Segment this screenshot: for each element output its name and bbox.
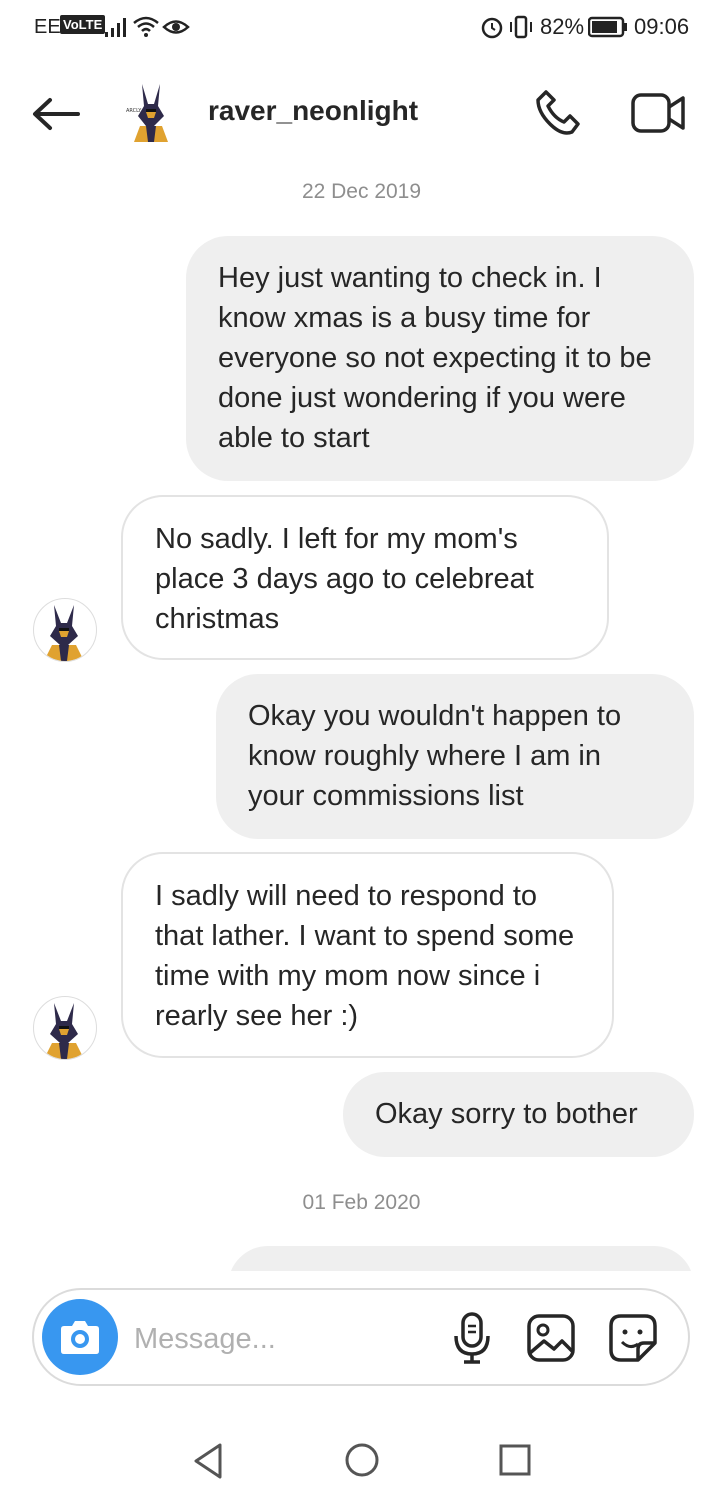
phone-icon[interactable] xyxy=(532,88,582,138)
alarm-icon xyxy=(481,17,503,39)
dog-avatar-icon xyxy=(44,1003,84,1059)
status-bar: EE VoLTE 82% 09:06 xyxy=(0,0,723,56)
volte-badge: VoLTE xyxy=(60,15,106,34)
message-bubble-partial[interactable] xyxy=(228,1246,694,1271)
message-bubble-outgoing[interactable]: Okay sorry to bother xyxy=(343,1072,694,1157)
message-bubble-outgoing[interactable]: Okay you wouldn't happen to know roughly… xyxy=(216,674,694,839)
sender-avatar[interactable] xyxy=(33,598,97,662)
camera-icon xyxy=(61,1321,99,1354)
wifi-icon xyxy=(133,16,159,37)
home-circle-icon[interactable] xyxy=(343,1441,381,1479)
sender-avatar[interactable] xyxy=(33,996,97,1060)
message-bubble-incoming[interactable]: I sadly will need to respond to that lat… xyxy=(121,852,614,1058)
chat-username[interactable]: raver_neonlight xyxy=(208,95,418,127)
clock: 09:06 xyxy=(634,14,690,39)
back-triangle-icon[interactable] xyxy=(190,1441,226,1481)
back-arrow-icon[interactable] xyxy=(30,96,82,132)
vibrate-icon xyxy=(510,15,532,39)
sticker-icon[interactable] xyxy=(608,1313,658,1363)
system-navigation-bar xyxy=(0,1405,723,1500)
battery-icon xyxy=(588,16,627,38)
battery-percent: 82% xyxy=(540,14,585,39)
video-camera-icon[interactable] xyxy=(630,90,688,136)
date-separator: 01 Feb 2020 xyxy=(302,1191,421,1214)
microphone-icon[interactable] xyxy=(452,1310,492,1366)
eye-comfort-icon xyxy=(162,20,190,34)
message-bubble-outgoing[interactable]: Hey just wanting to check in. I know xma… xyxy=(186,236,694,481)
signal-icon xyxy=(105,18,126,37)
message-input[interactable] xyxy=(134,1314,434,1364)
date-separator: 22 Dec 2019 xyxy=(301,180,422,203)
camera-button[interactable] xyxy=(42,1299,118,1375)
svg-text:ARCLY: ARCLY xyxy=(126,108,142,114)
recents-square-icon[interactable] xyxy=(497,1442,533,1478)
carrier-label: EE xyxy=(34,16,61,38)
dog-avatar-icon xyxy=(44,605,84,661)
profile-avatar[interactable]: ARCLY xyxy=(124,82,178,142)
message-bubble-incoming[interactable]: No sadly. I left for my mom's place 3 da… xyxy=(121,495,609,660)
gallery-icon[interactable] xyxy=(526,1313,576,1363)
chat-header: ARCLY raver_neonlight xyxy=(0,60,723,170)
